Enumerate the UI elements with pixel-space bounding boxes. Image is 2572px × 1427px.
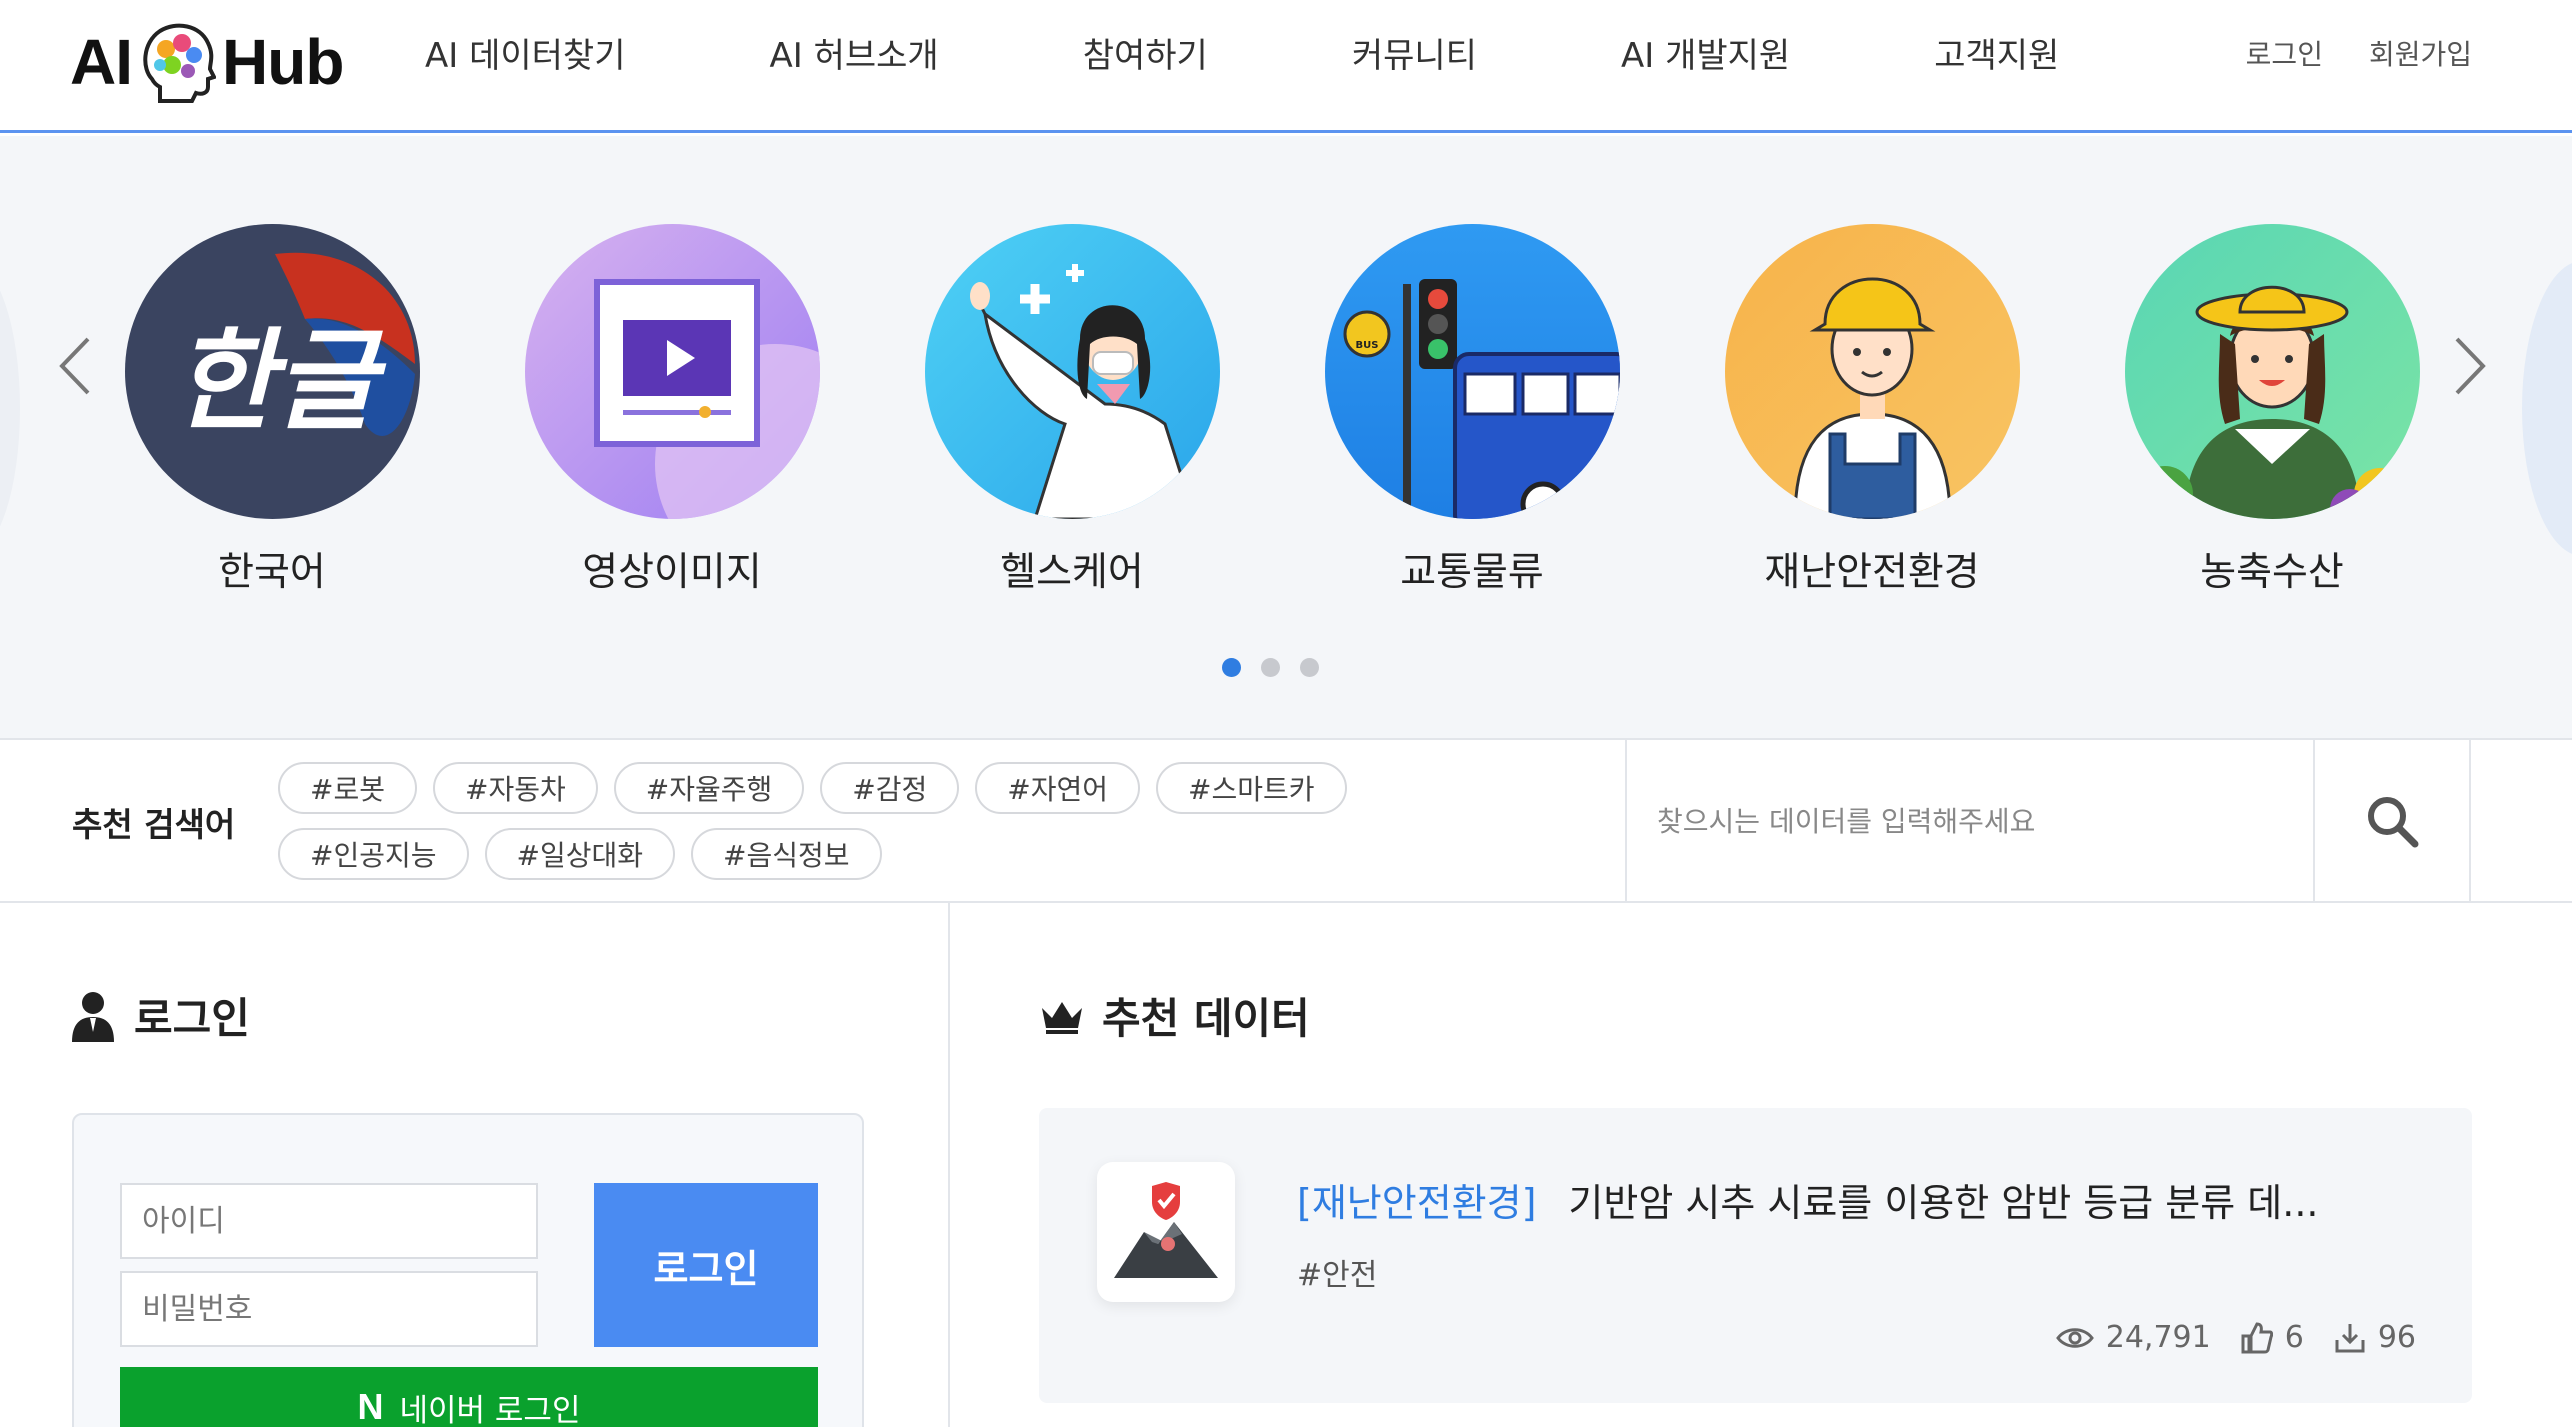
hangul-text: 한글: [173, 317, 386, 445]
downloads-count: 96: [2377, 1320, 2416, 1355]
search-input[interactable]: [1657, 788, 2277, 854]
data-stats: 24,791 6 96: [2055, 1320, 2416, 1355]
keyword-tag[interactable]: #자율주행: [613, 762, 805, 814]
nav-community[interactable]: 커뮤니티: [1352, 28, 1477, 77]
crown-icon: [1042, 1001, 1082, 1034]
carousel-item-transport[interactable]: BUS 교통물류: [1322, 224, 1622, 597]
keyword-tag[interactable]: #자연어: [975, 762, 1140, 814]
carousel-item-korean[interactable]: 한글 한국어: [122, 224, 422, 597]
carousel-peek-left: [0, 261, 20, 556]
data-thumbnail: [1097, 1162, 1235, 1302]
carousel-label: 한국어: [218, 550, 326, 595]
data-headline[interactable]: [재난안전환경] 기반암 시추 시료를 이용한 암반 등급 분류 데...: [1297, 1172, 2319, 1227]
keyword-tag-list: #로봇 #자동차 #자율주행 #감정 #자연어 #스마트카 #인공지능 #일상대…: [278, 762, 1538, 880]
id-input[interactable]: [120, 1183, 538, 1259]
nav-participate[interactable]: 참여하기: [1083, 28, 1208, 77]
nav-ai-dev-support[interactable]: AI 개발지원: [1621, 28, 1790, 77]
login-title-text: 로그인: [134, 994, 250, 1043]
eye-icon: [2055, 1327, 2094, 1348]
carousel-label: 교통물류: [1400, 550, 1544, 595]
login-button[interactable]: 로그인: [594, 1183, 818, 1347]
keyword-tag[interactable]: #자동차: [432, 762, 598, 814]
brain-head-icon: [143, 23, 216, 103]
carousel-peek-right: [2522, 261, 2572, 556]
keyword-tag[interactable]: #로봇: [278, 762, 417, 814]
logo[interactable]: AI Hub: [70, 12, 350, 112]
carousel-pagination: [1222, 658, 1319, 677]
carousel-item-video-image[interactable]: 영상이미지: [522, 224, 822, 597]
nav-ai-data-search[interactable]: AI 데이터찾기: [425, 28, 626, 77]
keyword-tag[interactable]: #스마트카: [1155, 762, 1347, 814]
chevron-right-icon: [2455, 337, 2486, 395]
mountain-shield-icon: [1114, 1182, 1218, 1278]
login-card: 로그인 N 네이버 로그인: [72, 1113, 864, 1427]
carousel-item-disaster-safety[interactable]: 재난안전환경: [1722, 224, 2022, 597]
carousel-item-healthcare[interactable]: 헬스케어: [922, 224, 1222, 597]
carousel-label: 농축수산: [2200, 550, 2344, 595]
search-icon: [2368, 796, 2419, 847]
auth-links: 로그인 회원가입: [2246, 0, 2472, 105]
keyword-tag[interactable]: #음식정보: [691, 828, 882, 880]
data-title: 기반암 시추 시료를 이용한 암반 등급 분류 데...: [1568, 1181, 2319, 1225]
search-button[interactable]: [2315, 740, 2471, 901]
login-section-title: 로그인: [70, 985, 250, 1046]
header: AI Hub AI 데이터찾기 AI 허브소개 참여하기 커뮤니티 AI 개발지…: [0, 0, 2572, 133]
carousel-label: 헬스케어: [1000, 550, 1144, 595]
bus-traffic-light-illustration: BUS: [1324, 224, 1620, 519]
views-count: 24,791: [2105, 1320, 2211, 1355]
carousel-dot-1[interactable]: [1222, 658, 1241, 677]
password-input[interactable]: [120, 1271, 538, 1347]
keyword-tag[interactable]: #일상대화: [484, 828, 676, 880]
login-link[interactable]: 로그인: [2246, 33, 2323, 73]
farmer-illustration: [2124, 224, 2420, 519]
download-icon: [2335, 1323, 2365, 1352]
carousel-next-button[interactable]: [2440, 326, 2500, 406]
data-tag[interactable]: #안전: [1297, 1250, 1377, 1294]
recommended-data-title: 추천 데이터: [1040, 985, 1310, 1046]
user-icon: [72, 991, 114, 1042]
carousel-item-agriculture[interactable]: 농축수산: [2122, 224, 2422, 597]
naver-login-label: 네이버 로그인: [399, 1392, 581, 1427]
carousel-dot-2[interactable]: [1261, 658, 1280, 677]
downloads-stat: 96: [2334, 1320, 2416, 1355]
main-nav: AI 데이터찾기 AI 허브소개 참여하기 커뮤니티 AI 개발지원 고객지원: [380, 0, 2059, 105]
video-player-illustration: [524, 224, 820, 519]
login-section: 로그인 로그인 N 네이버 로그인: [0, 903, 950, 1427]
nav-ai-hub-intro[interactable]: AI 허브소개: [770, 28, 939, 77]
carousel-label: 재난안전환경: [1764, 550, 1980, 595]
keyword-tag[interactable]: #인공지능: [278, 828, 469, 880]
naver-logo-icon: N: [357, 1386, 384, 1427]
data-category: [재난안전환경]: [1297, 1181, 1537, 1225]
recommended-data-section: 추천 데이터 [재난안전환경] 기반암 시추 시료를 이용한 암반 등급 분류 데…: [952, 903, 2572, 1427]
views-stat: 24,791: [2055, 1320, 2211, 1355]
likes-stat: 6: [2241, 1320, 2304, 1355]
carousel-label: 영상이미지: [582, 550, 762, 595]
recommended-data-card[interactable]: [재난안전환경] 기반암 시추 시료를 이용한 암반 등급 분류 데... #안전…: [1039, 1108, 2472, 1403]
bus-sign-text: BUS: [1355, 340, 1378, 351]
likes-count: 6: [2284, 1320, 2304, 1355]
thumbs-up-icon: [2241, 1321, 2273, 1353]
category-carousel: 한글 한국어 영상이미지 헬스케어 BUS 교통물류 재난안전환경 농축수산: [0, 136, 2572, 740]
keyword-search-bar: 추천 검색어 #로봇 #자동차 #자율주행 #감정 #자연어 #스마트카 #인공…: [0, 740, 2572, 903]
worker-illustration: [1724, 224, 2020, 519]
hangul-illustration: 한글: [124, 224, 420, 519]
keyword-tag[interactable]: #감정: [820, 762, 960, 814]
doctor-illustration: [924, 224, 1220, 519]
logo-text-left: AI: [70, 26, 133, 98]
carousel-prev-button[interactable]: [45, 326, 105, 406]
logo-text-right: Hub: [222, 26, 344, 98]
signup-link[interactable]: 회원가입: [2369, 33, 2472, 73]
carousel-dot-3[interactable]: [1300, 658, 1319, 677]
chevron-left-icon: [59, 337, 90, 395]
search-box: [1625, 740, 2315, 901]
recommended-title-text: 추천 데이터: [1102, 994, 1310, 1043]
naver-login-button[interactable]: N 네이버 로그인: [120, 1367, 818, 1427]
nav-customer-support[interactable]: 고객지원: [1934, 28, 2059, 77]
recommended-keywords-title: 추천 검색어: [72, 805, 236, 844]
